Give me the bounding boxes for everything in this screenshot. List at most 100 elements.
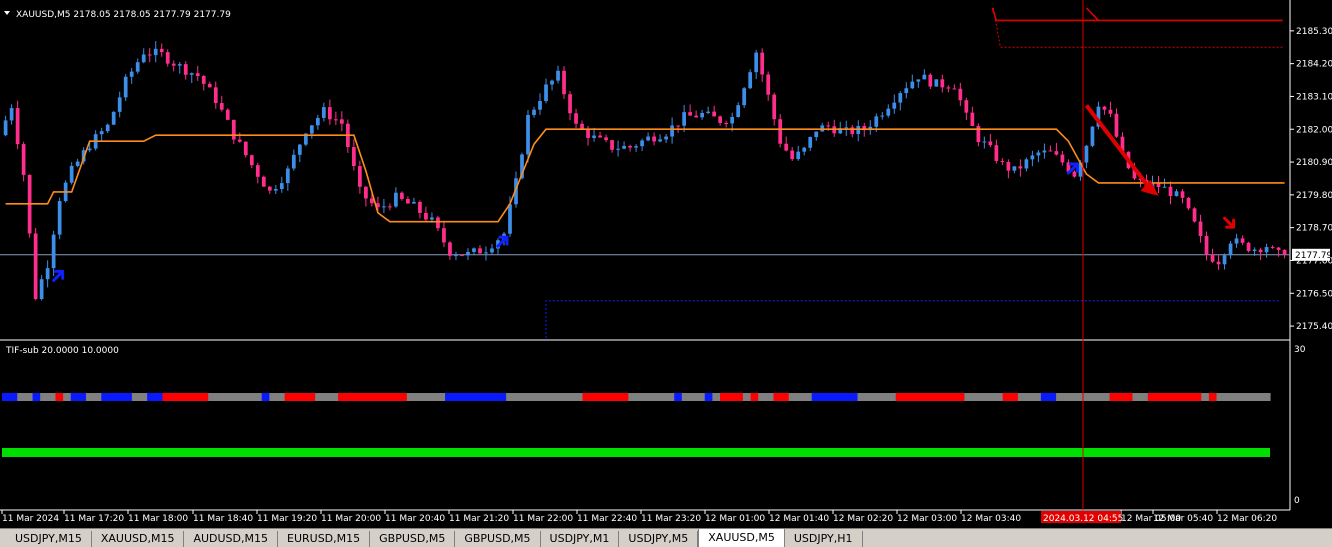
sub-state-segment (1025, 393, 1034, 401)
sub-state-segment (86, 393, 95, 401)
sub-state-segment (63, 393, 72, 401)
time-label-14: 12 Mar 03:00 (897, 514, 957, 524)
sub-state-segment (1163, 393, 1172, 401)
candle-body (1012, 166, 1017, 171)
candle-body (508, 204, 512, 234)
sub-state-segment (842, 393, 851, 401)
candle-body (628, 145, 632, 148)
candle-body (1276, 247, 1281, 250)
sub-state-segment (292, 393, 301, 401)
sub-state-segment (613, 393, 622, 401)
sub-state-segment (238, 393, 248, 401)
candle-body (1234, 238, 1239, 244)
sub-state-segment (544, 393, 553, 401)
sub-state-segment (353, 393, 362, 401)
sub-state-segment (521, 393, 530, 401)
sub-state-segment (78, 393, 87, 401)
price-tick-label-0: 2185.30 (1296, 27, 1332, 37)
sub-state-segment (483, 393, 492, 401)
candle-body (904, 88, 909, 94)
sub-state-segment (208, 393, 217, 401)
sub-state-segment (941, 393, 950, 401)
candle-body (1270, 247, 1275, 249)
candle-body (177, 64, 182, 66)
sub-state-segment (1178, 393, 1187, 401)
candle-body (766, 74, 771, 95)
candle-body (1168, 186, 1173, 197)
candle-body (892, 102, 897, 109)
sub-state-segment (765, 393, 775, 401)
candle-body (742, 88, 747, 106)
sub-state-segment (506, 393, 515, 401)
sub-state-segment (108, 393, 118, 401)
candle-body (538, 100, 542, 110)
sub-state-segment (2, 393, 11, 401)
candle-body (1228, 243, 1233, 256)
symbol-tab-1[interactable]: XAUUSD,M15 (91, 531, 185, 547)
price-tick-label-8: 2176.50 (1296, 289, 1332, 299)
candle-body (219, 103, 224, 110)
sub-state-segment (551, 393, 561, 401)
candle-body (922, 74, 927, 80)
sub-state-segment (1063, 393, 1072, 401)
candle-body (1258, 249, 1263, 253)
sub-state-segment (445, 393, 454, 401)
candle-body (45, 268, 50, 280)
sub-state-segment (949, 393, 958, 401)
sub-state-segment (1140, 393, 1149, 401)
candle-body (604, 137, 608, 141)
candle-body (327, 107, 332, 120)
symbol-tab-2[interactable]: AUDUSD,M15 (184, 531, 278, 547)
sub-state-segment (475, 393, 484, 401)
sub-state-segment (345, 393, 354, 401)
candle-body (1186, 197, 1191, 209)
symbol-tab-7[interactable]: USDJPY,M5 (619, 531, 699, 547)
sub-state-segment (338, 393, 347, 401)
candle-body (1282, 249, 1287, 255)
candle-body (574, 113, 578, 124)
candle-body (478, 248, 482, 254)
candle-body (1252, 249, 1257, 251)
candle-body (886, 108, 891, 116)
candle-body (333, 119, 338, 121)
sub-state-segment (681, 393, 691, 401)
symbol-tab-6[interactable]: USDJPY,M1 (540, 531, 620, 547)
candle-body (850, 127, 855, 135)
symbol-tab-3[interactable]: EURUSD,M15 (278, 531, 371, 547)
chart-svg[interactable]: TIF-sub 20.0000 10.0000 30 0 2185.30 2184.2… (0, 0, 1332, 528)
candle-body (562, 70, 566, 95)
symbol-tab-8[interactable]: XAUUSD,M5 (698, 529, 785, 547)
candle-body (207, 83, 212, 88)
sub-state-segment (895, 393, 904, 401)
sub-state-segment (529, 393, 538, 401)
sub-state-segment (1239, 393, 1248, 401)
candle-body (688, 112, 692, 116)
symbol-tab-5[interactable]: GBPUSD,M5 (455, 531, 541, 547)
candle-body (472, 248, 476, 252)
sub-state-segment (689, 393, 698, 401)
sub-state-segment (1262, 393, 1271, 401)
sub-state-segment (498, 393, 507, 401)
price-tick-label-9: 2175.40 (1296, 322, 1332, 332)
candle-body (33, 233, 38, 300)
symbol-tab-4[interactable]: GBPUSD,M5 (370, 531, 456, 547)
time-label-3: 11 Mar 18:40 (193, 514, 253, 524)
sub-state-segment (361, 393, 370, 401)
candle-body (358, 166, 362, 187)
candle-body (490, 248, 494, 253)
sub-state-segment (811, 393, 820, 401)
sub-state-segment (918, 393, 927, 401)
candle-body (1048, 150, 1053, 152)
symbol-tab-9[interactable]: USDJPY,H1 (784, 531, 863, 547)
sub-state-segment (101, 393, 110, 401)
symbol-tab-0[interactable]: USDJPY,M15 (6, 531, 92, 547)
candle-body (141, 54, 146, 63)
time-label-17: 12 Mar 05:40 (1153, 514, 1213, 524)
candle-body (1024, 159, 1029, 169)
candle-body (249, 155, 254, 166)
candle-body (1006, 161, 1011, 171)
candle-body (658, 139, 662, 142)
sub-state-segment (429, 393, 438, 401)
candle-body (225, 109, 230, 120)
sub-state-segment (979, 393, 988, 401)
